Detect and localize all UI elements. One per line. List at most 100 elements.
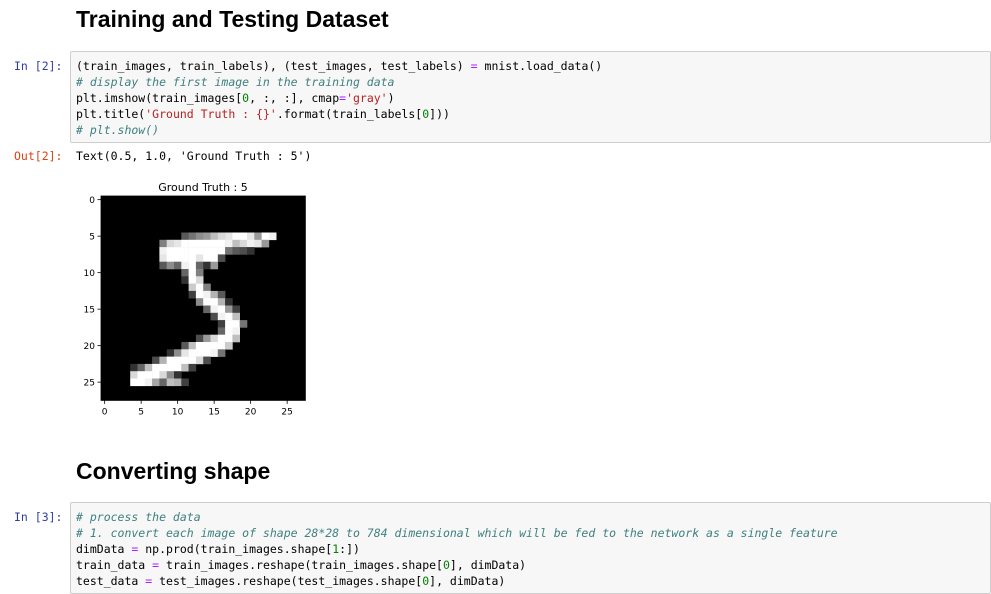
image-pixel [232,312,240,321]
image-pixel [217,247,226,255]
image-pixel [174,254,182,262]
image-pixel [268,232,277,241]
image-pixel [232,239,240,248]
image-pixel [217,298,226,306]
image-pixel [195,283,204,292]
image-pixel [217,232,226,241]
image-pixel [174,239,182,248]
image-pixel [225,247,233,255]
heading-converting-shape: Converting shape [76,458,271,484]
image-pixel [203,254,211,262]
image-pixel [195,298,204,306]
image-pixel [203,261,211,270]
image-pixel [174,356,182,365]
image-pixel [174,247,182,255]
image-pixel [217,349,226,357]
image-pixel [188,349,197,357]
image-pixel [144,363,153,372]
code-line: plt.title('Ground Truth : {}'.format(tra… [76,106,990,122]
image-pixel [181,239,189,248]
image-pixel [195,232,204,241]
x-tick-label: 10 [172,407,184,417]
image-pixel [144,378,153,387]
image-pixel [203,247,211,255]
image-pixel [210,261,219,270]
code-token: (train_images, train_labels), (test_imag… [76,59,471,73]
image-pixel [166,247,175,255]
image-pixel [217,327,226,335]
image-pixel [188,290,197,299]
cell-3-input-prompt: In [3]: [14,510,63,524]
image-pixel [159,356,167,365]
image-pixel [210,298,219,306]
x-tick-label: 15 [208,407,219,417]
code-token: ], dimData) [429,574,506,588]
image-pixel [210,254,219,262]
image-pixel [152,378,160,387]
image-pixel [181,342,189,350]
image-pixel [130,378,138,387]
cell-3-code-editor[interactable]: # process the data # 1. convert each imag… [70,502,991,594]
image-pixel [217,334,226,343]
code-token: np.prod(train_images.shape[ [138,542,333,556]
image-pixel [195,349,204,357]
image-pixel [203,356,211,365]
code-token: train_images.reshape(train_images.shape[ [159,558,443,572]
image-pixel [232,334,240,343]
cell-2-code-editor[interactable]: (train_images, train_labels), (test_imag… [70,51,991,143]
image-pixel [217,320,226,328]
image-pixel [217,239,226,248]
code-line: train_data = train_images.reshape(train_… [76,557,990,573]
image-pixel [254,232,262,241]
code-line: # display the first image in the trainin… [76,74,990,90]
image-pixel [217,342,226,350]
code-token: test_data [76,574,146,588]
image-pixel [166,261,175,270]
image-pixel [188,283,197,292]
image-pixel [188,247,197,255]
image-pixel [225,312,233,321]
image-pixel [152,363,160,372]
code-line: # process the data [76,509,990,525]
image-pixel [225,334,233,343]
code-line: dimData = np.prod(train_images.shape[1:]… [76,541,990,557]
image-pixel [181,378,189,387]
mnist-image-plot: Ground Truth : 5 0 5 10 15 20 25 0 5 10 15 20 25 [84,181,306,417]
image-pixel [130,363,138,372]
image-pixel [203,298,211,306]
image-pixel [152,371,160,379]
image-pixel [203,342,211,350]
image-pixel [217,312,226,321]
image-pixel [225,320,233,328]
code-token: ) [387,91,395,105]
image-pixel [203,283,211,292]
code-token: # process the data [76,510,201,524]
image-pixel [195,276,204,284]
image-pixel [203,305,211,314]
code-line: # 1. convert each image of shape 28*28 t… [76,525,990,541]
image-pixel [166,239,175,248]
code-token: :]) [339,542,360,556]
code-token: # plt.show() [76,123,160,137]
code-line: (train_images, train_labels), (test_imag… [76,58,990,74]
code-token: 'Ground Truth : {}' [145,107,277,121]
image-pixel [239,239,248,248]
image-pixel [181,276,189,284]
image-pixel [188,232,197,241]
image-pixel [261,232,270,241]
code-token: plt.title( [76,107,146,121]
image-pixel [210,312,219,321]
image-pixel [152,356,160,365]
image-pixel [195,269,204,277]
image-pixel [232,305,240,314]
image-pixel [195,239,204,248]
code-token: 0 [442,558,450,572]
image-pixel [181,363,189,372]
image-pixel [137,363,146,372]
image-pixel [181,356,189,365]
y-tick-label: 5 [89,232,95,242]
image-pixel [166,363,175,372]
image-pixel [239,247,248,255]
code-token: test_images.reshape(test_images.shape[ [152,574,423,588]
image-pixel [159,371,167,379]
